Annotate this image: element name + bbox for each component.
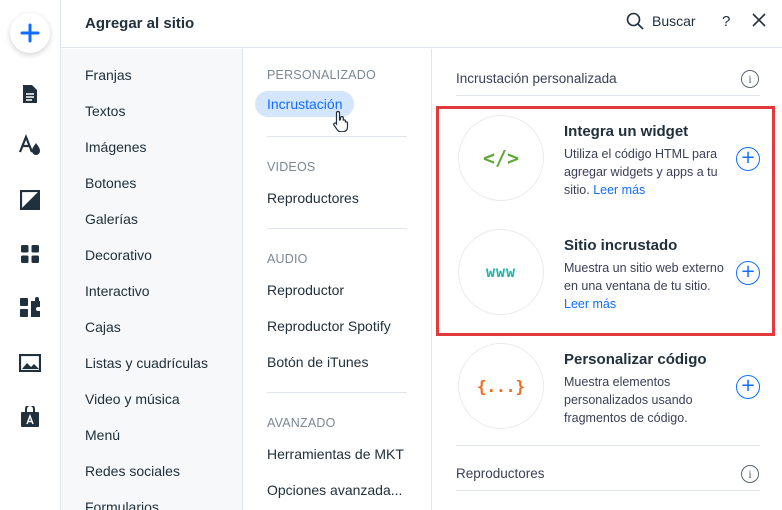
category-item[interactable]: Textos	[85, 103, 125, 119]
business-icon[interactable]	[18, 405, 42, 429]
info-icon[interactable]: i	[741, 70, 759, 88]
category-item[interactable]: Redes sociales	[85, 463, 180, 479]
apps-icon[interactable]	[18, 242, 42, 266]
add-elements-button[interactable]	[10, 13, 50, 53]
divider	[456, 490, 760, 491]
subcategory-item[interactable]: Reproductores	[267, 190, 359, 206]
item-description: Muestra elementos personalizados usando …	[564, 375, 693, 425]
text-theme-icon[interactable]	[18, 133, 42, 157]
media-icon[interactable]	[18, 351, 42, 375]
info-icon[interactable]: i	[741, 465, 759, 483]
category-item[interactable]: Cajas	[85, 319, 121, 335]
add-button[interactable]: +	[736, 375, 760, 399]
divider	[267, 392, 407, 393]
category-item[interactable]: Decorativo	[85, 247, 152, 263]
category-item[interactable]: Listas y cuadrículas	[85, 355, 208, 371]
category-item[interactable]: Menú	[85, 427, 120, 443]
section-heading-videos: VIDEOS	[267, 160, 316, 174]
close-button[interactable]	[752, 13, 768, 31]
category-item[interactable]: Video y música	[85, 391, 180, 407]
category-item[interactable]: Imágenes	[85, 139, 146, 155]
close-icon	[752, 13, 766, 27]
subcategory-item[interactable]: Opciones avanzada...	[267, 482, 402, 498]
search-icon	[626, 12, 644, 30]
category-item[interactable]: Franjas	[85, 67, 132, 83]
section-heading-audio: AUDIO	[267, 252, 308, 266]
item-title: Personalizar código	[564, 351, 707, 368]
section-heading-avanzado: AVANZADO	[267, 416, 336, 430]
custom-code-icon-glyph: {...}	[476, 376, 526, 396]
panel-title: Agregar al sitio	[85, 15, 195, 32]
category-item[interactable]: Interactivo	[85, 283, 150, 299]
subcategory-item[interactable]: Botón de iTunes	[267, 354, 368, 370]
embed-item-custom-code[interactable]: {...} Personalizar código Muestra elemen…	[432, 343, 782, 457]
category-item[interactable]: Formularios	[85, 499, 159, 510]
section-title: Incrustación personalizada	[456, 71, 617, 86]
divider	[267, 228, 407, 229]
custom-code-icon: {...}	[458, 343, 544, 429]
hand-cursor-icon	[333, 110, 349, 132]
help-button[interactable]: ?	[722, 13, 730, 30]
divider	[456, 445, 760, 446]
subcategory-item[interactable]: Reproductor	[267, 282, 344, 298]
puzzle-icon[interactable]	[18, 296, 42, 320]
divider	[267, 136, 407, 137]
category-list: Franjas Textos Imágenes Botones Galerías…	[61, 49, 243, 510]
left-rail	[0, 0, 61, 510]
search-label: Buscar	[652, 13, 696, 29]
category-item[interactable]: Galerías	[85, 211, 138, 227]
background-icon[interactable]	[18, 188, 42, 212]
subcategory-item[interactable]: Reproductor Spotify	[267, 318, 391, 334]
section-title: Reproductores	[456, 466, 545, 481]
highlight-box	[436, 106, 775, 336]
category-item[interactable]: Botones	[85, 175, 136, 191]
page-icon[interactable]	[18, 82, 42, 106]
panel-header: Agregar al sitio Buscar ?	[61, 0, 782, 48]
section-heading-personalizado: PERSONALIZADO	[267, 68, 376, 82]
plus-icon	[20, 23, 40, 43]
subcategory-item[interactable]: Herramientas de MKT	[267, 446, 404, 462]
divider	[456, 95, 760, 96]
search-button[interactable]: Buscar	[626, 12, 696, 30]
